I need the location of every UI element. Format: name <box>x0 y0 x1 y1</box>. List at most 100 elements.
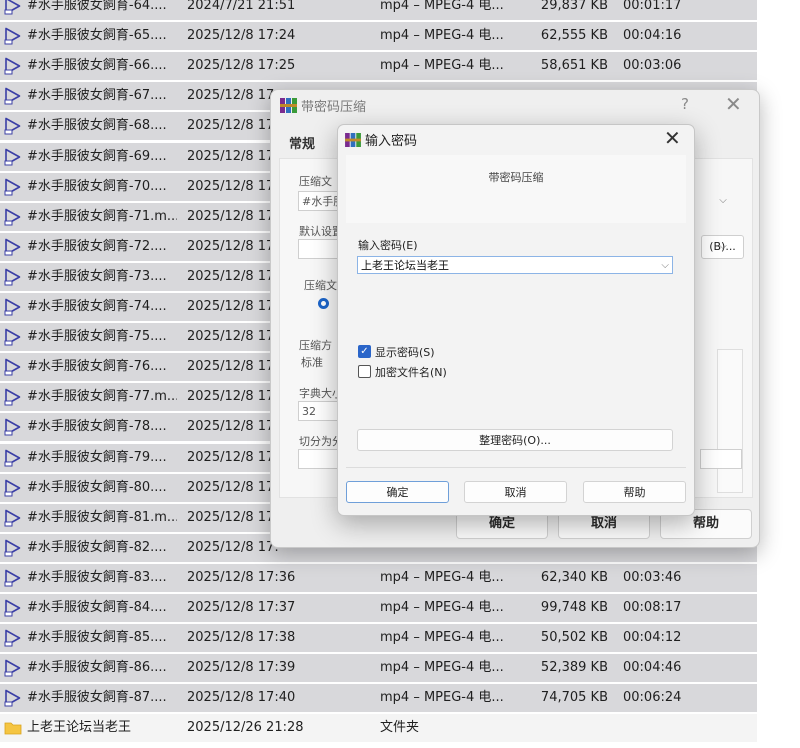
file-name: #水手服彼女飼育-79.... <box>27 449 167 465</box>
video-file-icon <box>4 328 22 346</box>
file-row[interactable]: #水手服彼女飼育-64.... 2024/7/21 21:51 mp4 – MPEG… <box>0 0 757 22</box>
file-size: 58,651 KB <box>540 58 608 74</box>
video-file-icon <box>4 358 22 376</box>
video-file-icon <box>4 87 22 105</box>
video-file-icon <box>4 689 22 707</box>
file-name: #水手服彼女飼育-82.... <box>27 539 167 555</box>
video-file-icon <box>4 268 22 286</box>
file-date: 2025/12/8 17: <box>187 148 279 164</box>
file-name: #水手服彼女飼育-85.... <box>27 630 167 646</box>
video-file-icon <box>4 298 22 316</box>
file-row[interactable]: #水手服彼女飼育-65.... 2025/12/8 17:24 mp4 – MPEG… <box>0 22 757 53</box>
file-row[interactable]: #水手服彼女飼育-86.... 2025/12/8 17:39 mp4 – MPEG… <box>0 654 757 685</box>
archive-format-label: 压缩文 <box>304 279 337 292</box>
video-file-icon <box>4 569 22 587</box>
method-label: 压缩方 <box>299 339 332 352</box>
archive-name-label: 压缩文 <box>299 175 332 188</box>
video-file-icon <box>4 388 22 406</box>
file-date: 2025/12/8 17:37 <box>187 600 296 615</box>
video-file-icon <box>4 599 22 617</box>
encrypt-filenames-checkbox[interactable] <box>358 365 371 378</box>
file-name: #水手服彼女飼育-81.m... <box>27 509 177 525</box>
help-icon[interactable]: ? <box>681 95 689 113</box>
file-type: mp4 – MPEG-4 电... <box>380 660 504 676</box>
video-file-icon <box>4 27 22 45</box>
video-file-icon <box>4 238 22 256</box>
file-name: #水手服彼女飼育-76.... <box>27 359 167 375</box>
file-name: #水手服彼女飼育-70.... <box>27 178 167 194</box>
split-unit-dropdown[interactable] <box>700 449 742 469</box>
video-file-icon <box>4 178 22 196</box>
file-date: 2025/12/8 17: <box>187 419 279 435</box>
folder-icon <box>4 719 22 737</box>
file-type: mp4 – MPEG-4 电... <box>380 630 504 646</box>
file-date: 2025/12/8 17: <box>187 389 279 405</box>
show-password-label: 显示密码(S) <box>375 346 435 359</box>
file-name: #水手服彼女飼育-64.... <box>27 0 167 13</box>
file-size: 99,748 KB <box>540 600 608 615</box>
chevron-down-icon[interactable]: ⌵ <box>714 239 732 255</box>
file-date: 2025/12/8 17:36 <box>187 569 296 585</box>
file-row[interactable]: #水手服彼女飼育-66.... 2025/12/8 17:25 mp4 – MPEG… <box>0 52 757 83</box>
file-date: 2025/12/8 17: <box>187 299 279 314</box>
show-password-checkbox[interactable]: ✓ <box>358 345 371 358</box>
video-file-icon <box>4 148 22 166</box>
close-icon[interactable]: ✕ <box>725 92 742 116</box>
video-file-icon <box>4 208 22 226</box>
file-name: #水手服彼女飼育-73.... <box>27 268 167 284</box>
close-icon[interactable]: ✕ <box>664 126 681 150</box>
file-date: 2025/12/8 17: <box>187 449 279 465</box>
file-date: 2025/12/8 17:40 <box>187 690 296 706</box>
options-groupbox <box>717 349 743 493</box>
file-date: 2025/12/8 17:38 <box>187 630 296 646</box>
file-date: 2025/12/8 17:25 <box>187 58 296 74</box>
file-name: #水手服彼女飼育-69.... <box>27 148 167 164</box>
file-name: #水手服彼女飼育-66.... <box>27 58 167 74</box>
file-duration: 00:04:12 <box>623 630 682 646</box>
file-date: 2025/12/8 17: <box>187 118 279 134</box>
file-row[interactable]: #水手服彼女飼育-84.... 2025/12/8 17:37 mp4 – MPEG… <box>0 594 757 624</box>
file-name: #水手服彼女飼育-84.... <box>27 600 167 615</box>
file-size: 52,389 KB <box>540 660 608 676</box>
file-name: #水手服彼女飼育-68.... <box>27 118 167 134</box>
file-date: 2025/12/8 17: <box>187 509 279 525</box>
tab-general[interactable]: 常规 <box>289 133 315 152</box>
winrar-icon <box>280 98 297 113</box>
file-name: #水手服彼女飼育-65.... <box>27 28 167 44</box>
file-row[interactable]: #水手服彼女飼育-83.... 2025/12/8 17:36 mp4 – MPEG… <box>0 563 757 594</box>
ok-button[interactable]: 确定 <box>346 481 449 503</box>
file-date: 2025/12/8 17: <box>187 268 279 284</box>
video-file-icon <box>4 449 22 467</box>
video-file-icon <box>4 629 22 647</box>
file-duration: 00:01:17 <box>623 0 682 13</box>
dialog-header: 带密码压缩 <box>346 155 686 223</box>
help-button[interactable]: 帮助 <box>583 481 686 503</box>
chevron-down-icon[interactable]: ⌵ <box>714 193 732 209</box>
file-size: 50,502 KB <box>540 630 608 646</box>
file-name: 上老王论坛当老王 <box>27 720 132 736</box>
format-radio-rar[interactable] <box>318 298 329 309</box>
file-row[interactable]: #水手服彼女飼育-85.... 2025/12/8 17:38 mp4 – MPEG… <box>0 624 757 655</box>
file-type: mp4 – MPEG-4 电... <box>380 600 504 615</box>
file-duration: 00:04:16 <box>623 28 682 44</box>
file-date: 2025/12/8 17: <box>187 539 279 555</box>
file-type: mp4 – MPEG-4 电... <box>380 0 504 13</box>
folder-row[interactable]: 上老王论坛当老王 2025/12/26 21:28 文件夹 <box>0 714 757 745</box>
file-size: 62,340 KB <box>540 569 608 585</box>
file-type: mp4 – MPEG-4 电... <box>380 28 504 44</box>
winrar-icon <box>345 133 361 147</box>
file-row[interactable]: #水手服彼女飼育-87.... 2025/12/8 17:40 mp4 – MPEG… <box>0 684 757 715</box>
chevron-down-icon[interactable]: ⌵ <box>661 257 669 275</box>
file-name: #水手服彼女飼育-77.m... <box>27 389 177 405</box>
file-date: 2025/12/8 17: <box>187 238 279 254</box>
password-dialog: 输入密码 ✕ 带密码压缩 输入密码(E) 上老王论坛当老王 ⌵ ✓ 显示密码(S… <box>337 124 695 516</box>
organize-passwords-button[interactable]: 整理密码(O)... <box>357 429 673 451</box>
file-date: 2024/7/21 21:51 <box>187 0 296 13</box>
password-input[interactable]: 上老王论坛当老王 ⌵ <box>357 256 673 274</box>
cancel-button[interactable]: 取消 <box>464 481 567 503</box>
dialog-subtitle: 带密码压缩 <box>488 171 544 184</box>
file-duration: 00:04:46 <box>623 660 682 676</box>
file-name: #水手服彼女飼育-83.... <box>27 569 167 585</box>
file-date: 2025/12/8 17:39 <box>187 660 296 676</box>
file-size: 74,705 KB <box>540 690 608 706</box>
